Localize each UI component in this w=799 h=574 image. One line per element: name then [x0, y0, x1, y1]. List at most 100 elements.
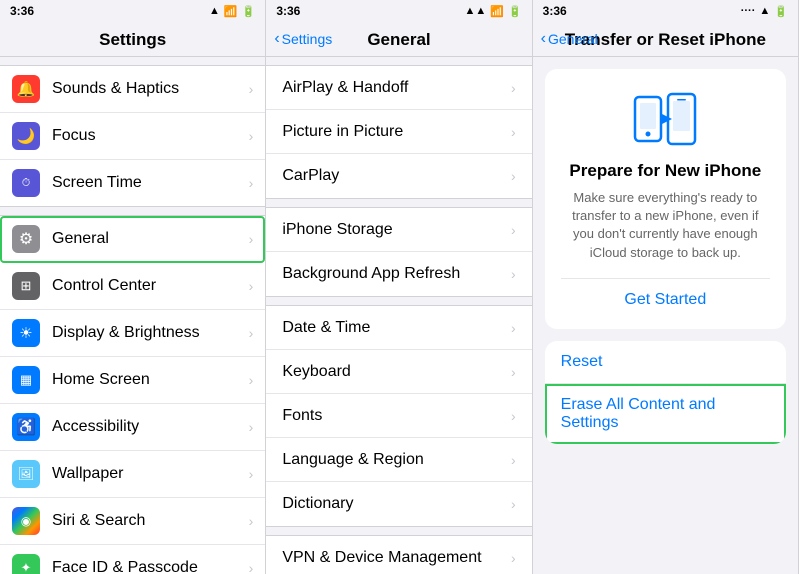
datetime-chevron: › — [511, 320, 516, 336]
display-chevron: › — [249, 325, 254, 341]
storage-label: iPhone Storage — [282, 221, 511, 239]
back-chevron-icon: ‹ — [274, 31, 279, 47]
screentime-label: Screen Time — [52, 174, 249, 192]
carplay-chevron: › — [511, 168, 516, 184]
sidebar-item-focus[interactable]: 🌙 Focus › — [0, 113, 265, 160]
siri-icon: ◉ — [12, 507, 40, 535]
settings-header: Settings — [0, 22, 265, 57]
general-group-3: Date & Time › Keyboard › Fonts › Languag… — [266, 305, 531, 527]
status-bar-2: 3:36 ▲▲ 📶 🔋 — [266, 0, 531, 22]
battery-icon: 🔋 — [242, 5, 256, 18]
bgrefresh-item[interactable]: Background App Refresh › — [266, 252, 531, 296]
sidebar-item-homescreen[interactable]: ▦ Home Screen › — [0, 357, 265, 404]
airplay-item[interactable]: AirPlay & Handoff › — [266, 66, 531, 110]
time-1: 3:36 — [10, 4, 34, 18]
datetime-label: Date & Time — [282, 319, 511, 337]
reset-button[interactable]: Reset — [545, 341, 786, 384]
prepare-desc: Make sure everything's ready to transfer… — [561, 189, 770, 262]
wifi-icon: ▲ — [209, 5, 220, 17]
carplay-label: CarPlay — [282, 167, 511, 185]
siri-chevron: › — [249, 513, 254, 529]
storage-item[interactable]: iPhone Storage › — [266, 208, 531, 252]
sidebar-item-siri[interactable]: ◉ Siri & Search › — [0, 498, 265, 545]
status-bar-1: 3:36 ▲ 📶 🔋 — [0, 0, 265, 22]
settings-group-1: 🔔 Sounds & Haptics › 🌙 Focus › ⏱ Screen … — [0, 65, 265, 207]
time-2: 3:36 — [276, 4, 300, 18]
status-icons-2: ▲▲ 📶 🔋 — [464, 5, 521, 18]
general-title: General — [367, 30, 430, 49]
wallpaper-chevron: › — [249, 466, 254, 482]
get-started-button[interactable]: Get Started — [561, 278, 770, 309]
sidebar-item-sounds[interactable]: 🔔 Sounds & Haptics › — [0, 66, 265, 113]
siri-label: Siri & Search — [52, 512, 249, 530]
sidebar-item-general[interactable]: ⚙ General › — [0, 216, 265, 263]
sidebar-item-screentime[interactable]: ⏱ Screen Time › — [0, 160, 265, 206]
control-chevron: › — [249, 278, 254, 294]
homescreen-chevron: › — [249, 372, 254, 388]
homescreen-label: Home Screen — [52, 371, 249, 389]
time-3: 3:36 — [543, 4, 567, 18]
general-group-1: AirPlay & Handoff › Picture in Picture ›… — [266, 65, 531, 199]
sidebar-item-wallpaper[interactable]: 🖼 Wallpaper › — [0, 451, 265, 498]
general-icon: ⚙ — [12, 225, 40, 253]
erase-button[interactable]: Erase All Content and Settings — [545, 384, 786, 444]
bgrefresh-chevron: › — [511, 266, 516, 282]
general-back-label: Settings — [282, 31, 333, 47]
sounds-label: Sounds & Haptics — [52, 80, 249, 98]
vpn-item[interactable]: VPN & Device Management › — [266, 536, 531, 574]
language-item[interactable]: Language & Region › — [266, 438, 531, 482]
wallpaper-icon: 🖼 — [12, 460, 40, 488]
homescreen-icon: ▦ — [12, 366, 40, 394]
focus-label: Focus — [52, 127, 249, 145]
signal-dots-icon: ···· — [741, 5, 756, 17]
keyboard-chevron: › — [511, 364, 516, 380]
transfer-back-label: General — [548, 31, 598, 47]
sidebar-item-display[interactable]: ☀ Display & Brightness › — [0, 310, 265, 357]
display-label: Display & Brightness — [52, 324, 249, 342]
wallpaper-label: Wallpaper — [52, 465, 249, 483]
focus-chevron: › — [249, 128, 254, 144]
general-label: General — [52, 230, 249, 248]
datetime-item[interactable]: Date & Time › — [266, 306, 531, 350]
faceid-chevron: › — [249, 560, 254, 574]
transfer-back-chevron: ‹ — [541, 31, 546, 47]
general-list: AirPlay & Handoff › Picture in Picture ›… — [266, 57, 531, 574]
settings-list: 🔔 Sounds & Haptics › 🌙 Focus › ⏱ Screen … — [0, 57, 265, 574]
transfer-panel: 3:36 ···· ▲ 🔋 ‹ General Transfer or Rese… — [533, 0, 799, 574]
control-label: Control Center — [52, 277, 249, 295]
sidebar-item-accessibility[interactable]: ♿ Accessibility › — [0, 404, 265, 451]
screentime-chevron: › — [249, 175, 254, 191]
sounds-icon: 🔔 — [12, 75, 40, 103]
sidebar-item-control[interactable]: ⊞ Control Center › — [0, 263, 265, 310]
fonts-item[interactable]: Fonts › — [266, 394, 531, 438]
wifi-icon-3: ▲ — [759, 5, 770, 17]
pip-chevron: › — [511, 124, 516, 140]
control-icon: ⊞ — [12, 272, 40, 300]
screentime-icon: ⏱ — [12, 169, 40, 197]
vpn-chevron: › — [511, 550, 516, 566]
dictionary-label: Dictionary — [282, 495, 511, 513]
signal-icon-2: 📶 — [490, 5, 504, 18]
pip-label: Picture in Picture — [282, 123, 511, 141]
status-icons-3: ···· ▲ 🔋 — [741, 5, 788, 18]
bottom-actions: Reset Erase All Content and Settings — [545, 341, 786, 444]
fonts-chevron: › — [511, 408, 516, 424]
carplay-item[interactable]: CarPlay › — [266, 154, 531, 198]
general-panel: 3:36 ▲▲ 📶 🔋 ‹ Settings General AirPlay &… — [266, 0, 532, 574]
status-bar-3: 3:36 ···· ▲ 🔋 — [533, 0, 798, 22]
keyboard-label: Keyboard — [282, 363, 511, 381]
dictionary-item[interactable]: Dictionary › — [266, 482, 531, 526]
general-back-button[interactable]: ‹ Settings — [274, 31, 332, 47]
phones-svg — [630, 89, 700, 149]
dictionary-chevron: › — [511, 496, 516, 512]
fonts-label: Fonts — [282, 407, 511, 425]
keyboard-item[interactable]: Keyboard › — [266, 350, 531, 394]
sidebar-item-faceid[interactable]: ✦ Face ID & Passcode › — [0, 545, 265, 574]
pip-item[interactable]: Picture in Picture › — [266, 110, 531, 154]
vpn-label: VPN & Device Management — [282, 549, 511, 567]
airplay-chevron: › — [511, 80, 516, 96]
general-group-2: iPhone Storage › Background App Refresh … — [266, 207, 531, 297]
prepare-card: Prepare for New iPhone Make sure everyth… — [545, 69, 786, 329]
transfer-back-button[interactable]: ‹ General — [541, 31, 598, 47]
status-icons-1: ▲ 📶 🔋 — [209, 5, 255, 18]
